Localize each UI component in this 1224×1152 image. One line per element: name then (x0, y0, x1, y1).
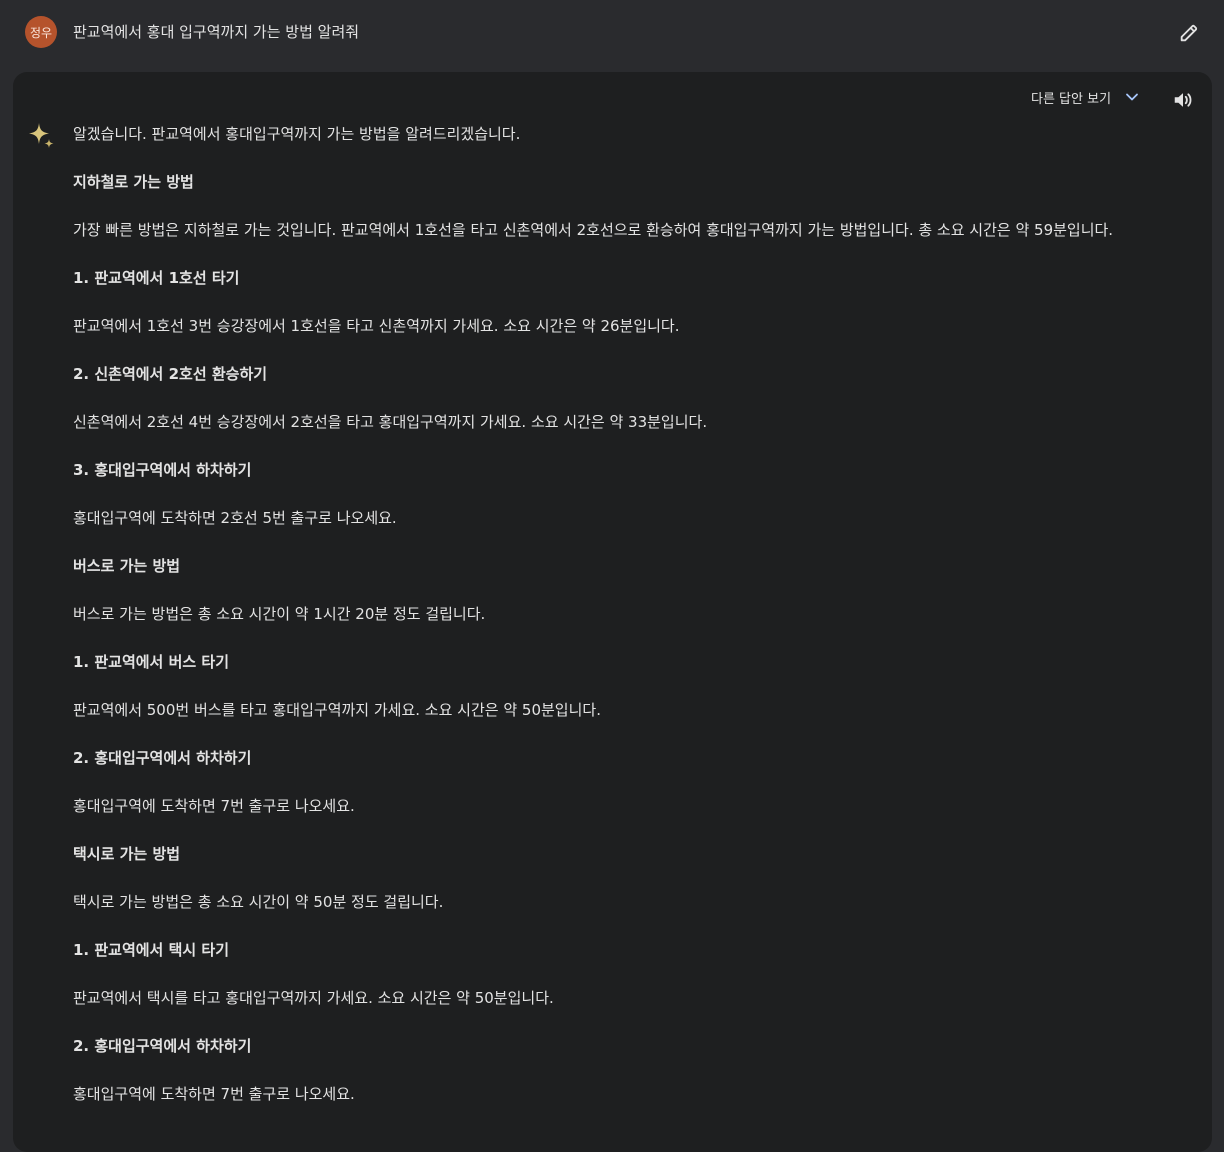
user-query-bar: 정우 판교역에서 홍대 입구역까지 가는 방법 알려줘 (0, 0, 1224, 64)
response-paragraph: 판교역에서 택시를 타고 홍대입구역까지 가세요. 소요 시간은 약 50분입니… (73, 989, 554, 1007)
response-heading: 2. 홍대입구역에서 하차하기 (73, 1037, 252, 1055)
response-heading: 1. 판교역에서 버스 타기 (73, 653, 230, 671)
user-query-text: 판교역에서 홍대 입구역까지 가는 방법 알려줘 (73, 23, 360, 41)
chevron-down-icon (1123, 88, 1141, 106)
read-aloud-button[interactable] (1170, 87, 1196, 113)
response-paragraph: 택시로 가는 방법은 총 소요 시간이 약 50분 정도 걸립니다. (73, 893, 444, 911)
show-drafts-label: 다른 답안 보기 (1031, 91, 1112, 107)
speaker-icon (1174, 93, 1192, 107)
response-heading: 지하철로 가는 방법 (73, 173, 194, 191)
response-body: 알겠습니다. 판교역에서 홍대입구역까지 가는 방법을 알려드리겠습니다. 지하철… (73, 122, 1193, 1130)
response-paragraph: 신촌역에서 2호선 4번 승강장에서 2호선을 타고 홍대입구역까지 가세요. … (73, 413, 708, 431)
response-paragraph: 판교역에서 500번 버스를 타고 홍대입구역까지 가세요. 소요 시간은 약 … (73, 701, 601, 719)
response-paragraph: 판교역에서 1호선 3번 승강장에서 1호선을 타고 신촌역까지 가세요. 소요… (73, 317, 680, 335)
response-heading: 1. 판교역에서 1호선 타기 (73, 269, 240, 287)
response-heading: 3. 홍대입구역에서 하차하기 (73, 461, 252, 479)
response-paragraph: 버스로 가는 방법은 총 소요 시간이 약 1시간 20분 정도 걸립니다. (73, 605, 486, 623)
response-heading: 2. 신촌역에서 2호선 환승하기 (73, 365, 268, 383)
response-heading: 택시로 가는 방법 (73, 845, 181, 863)
show-drafts-button[interactable]: 다른 답안 보기 (1031, 86, 1141, 108)
response-card: 다른 답안 보기 알겠습니다. 판교역에서 홍대입구역까지 가는 방법을 알려드… (13, 72, 1212, 1152)
edit-query-button[interactable] (1174, 18, 1204, 48)
avatar-initials: 정우 (29, 25, 53, 40)
response-paragraph: 홍대입구역에 도착하면 7번 출구로 나오세요. (73, 797, 355, 815)
pencil-icon (1180, 24, 1198, 42)
response-paragraph: 홍대입구역에 도착하면 7번 출구로 나오세요. (73, 1085, 355, 1103)
sparkle-icon (29, 123, 54, 148)
user-avatar: 정우 (25, 16, 57, 48)
response-paragraph: 알겠습니다. 판교역에서 홍대입구역까지 가는 방법을 알려드리겠습니다. (73, 125, 521, 143)
response-heading: 버스로 가는 방법 (73, 557, 181, 575)
response-heading: 2. 홍대입구역에서 하차하기 (73, 749, 252, 767)
response-paragraph: 홍대입구역에 도착하면 2호선 5번 출구로 나오세요. (73, 509, 397, 527)
response-paragraph: 가장 빠른 방법은 지하철로 가는 것입니다. 판교역에서 1호선을 타고 신촌… (73, 221, 1114, 239)
response-heading: 1. 판교역에서 택시 타기 (73, 941, 230, 959)
